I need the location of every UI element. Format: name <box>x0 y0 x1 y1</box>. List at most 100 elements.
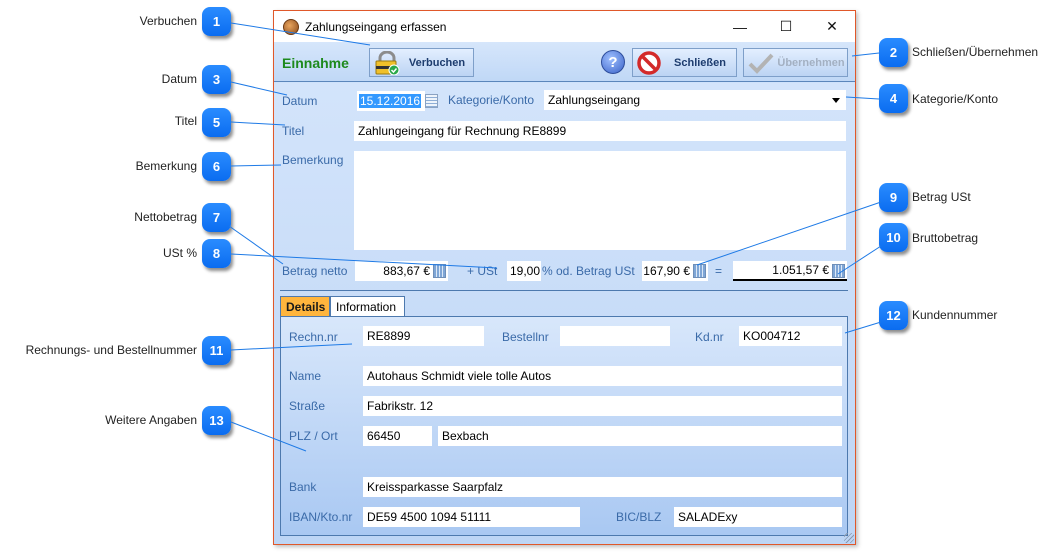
name-input[interactable]: Autohaus Schmidt viele tolle Autos <box>363 366 842 386</box>
bic-label: BIC/BLZ <box>616 510 662 524</box>
details-panel: Rechn.nr RE8899 Bestellnr Kd.nr KO004712… <box>280 316 848 536</box>
city-label: PLZ / Ort <box>289 429 338 443</box>
name-label: Name <box>289 369 322 383</box>
zip-value: 66450 <box>367 429 401 443</box>
iban-value: DE59 4500 1094 51111 <box>367 510 492 524</box>
net-amount-input[interactable]: 883,67 € <box>355 261 448 281</box>
lock-icon <box>373 50 401 75</box>
invoice-label: Rechn.nr <box>289 330 338 344</box>
customer-input[interactable]: KO004712 <box>739 326 842 346</box>
equals-label: = <box>715 264 723 278</box>
vat-amount-label: % od. Betrag USt <box>542 264 635 278</box>
city-input[interactable]: Bexbach <box>438 426 842 446</box>
resize-grip-icon[interactable] <box>844 533 854 543</box>
callout-badge-6: 6 <box>202 152 231 181</box>
category-dropdown[interactable]: Zahlungseingang <box>544 90 846 110</box>
tab-details[interactable]: Details <box>280 296 330 317</box>
street-value: Fabrikstr. 12 <box>367 399 434 413</box>
dialog-window: Zahlungseingang erfassen — ☐ ✕ Einnahme … <box>273 10 856 545</box>
category-label: Kategorie/Konto <box>448 93 535 107</box>
tab-information-label: Information <box>336 300 397 314</box>
date-label: Datum <box>282 94 318 108</box>
app-icon <box>283 18 299 35</box>
bic-input[interactable]: SALADExy <box>674 507 842 527</box>
callout-label-12: Kundennummer <box>912 308 998 322</box>
leader-line-2 <box>851 52 880 57</box>
vat-percent-input[interactable]: 19,00 <box>507 261 541 281</box>
help-button[interactable]: ? <box>601 50 625 74</box>
net-amount-value: 883,67 € <box>383 264 430 278</box>
zip-input[interactable]: 66450 <box>363 426 432 446</box>
callout-label-4: Kategorie/Konto <box>912 92 999 106</box>
close-button[interactable]: Schließen <box>632 48 737 77</box>
callout-label-8: USt % <box>162 246 197 260</box>
callout-badge-3: 3 <box>202 65 231 94</box>
title-bar[interactable]: Zahlungseingang erfassen — ☐ ✕ <box>274 11 855 42</box>
net-label: Betrag netto <box>282 264 348 278</box>
vat-percent-value: 19,00 <box>510 264 541 278</box>
callout-label-5: Titel <box>174 114 197 128</box>
stop-icon <box>636 50 664 75</box>
calculator-icon[interactable] <box>832 264 845 278</box>
calculator-icon[interactable] <box>433 264 446 278</box>
bank-input[interactable]: Kreissparkasse Saarpfalz <box>363 477 842 497</box>
calendar-icon[interactable] <box>425 94 438 108</box>
calculator-icon[interactable] <box>693 264 706 278</box>
iban-label: IBAN/Kto.nr <box>289 510 353 524</box>
iban-input[interactable]: DE59 4500 1094 51111 <box>363 507 580 527</box>
remark-textarea[interactable] <box>354 151 846 250</box>
remark-label: Bemerkung <box>282 153 344 167</box>
callout-label-13: Weitere Angaben <box>105 413 197 427</box>
callout-badge-11: 11 <box>202 336 231 365</box>
close-button-label: Schließen <box>674 56 726 69</box>
callout-label-6: Bemerkung <box>135 159 197 173</box>
vat-amount-input[interactable]: 167,90 € <box>642 261 708 281</box>
maximize-button[interactable]: ☐ <box>763 11 809 42</box>
customer-value: KO004712 <box>743 329 801 343</box>
title-input[interactable]: Zahlungeingang für Rechnung RE8899 <box>354 121 846 141</box>
mode-label: Einnahme <box>282 55 349 71</box>
callout-label-9: Betrag USt <box>912 190 971 204</box>
order-input[interactable] <box>560 326 670 346</box>
customer-label: Kd.nr <box>695 330 724 344</box>
callout-badge-7: 7 <box>202 203 231 232</box>
callout-label-2: Schließen/Übernehmen <box>912 45 1039 59</box>
callout-label-11: Rechnungs- und Bestellnummer <box>25 343 197 357</box>
callout-badge-10: 10 <box>879 223 908 252</box>
bank-label: Bank <box>289 480 317 494</box>
tab-details-label: Details <box>286 300 326 314</box>
callout-label-3: Datum <box>161 72 197 86</box>
apply-button[interactable]: Übernehmen <box>743 48 848 77</box>
book-button[interactable]: Verbuchen <box>369 48 474 77</box>
chevron-down-icon <box>832 98 840 103</box>
toolbar: Einnahme Verbuchen ? Schließen Übernehme… <box>274 42 855 82</box>
callout-badge-1: 1 <box>202 7 231 36</box>
callout-label-10: Bruttobetrag <box>912 231 979 245</box>
section-divider <box>280 290 848 291</box>
minimize-button[interactable]: — <box>717 11 763 42</box>
checkmark-icon <box>747 51 775 75</box>
order-label: Bestellnr <box>502 330 549 344</box>
bic-value: SALADExy <box>678 510 738 524</box>
bank-value: Kreissparkasse Saarpfalz <box>367 480 504 494</box>
callout-badge-8: 8 <box>202 239 231 268</box>
street-input[interactable]: Fabrikstr. 12 <box>363 396 842 416</box>
callout-badge-5: 5 <box>202 108 231 137</box>
gross-amount-value: 1.051,57 € <box>772 263 829 277</box>
invoice-input[interactable]: RE8899 <box>363 326 484 346</box>
tab-information[interactable]: Information <box>330 296 405 317</box>
gross-amount-input[interactable]: 1.051,57 € <box>733 261 847 281</box>
callout-badge-9: 9 <box>879 183 908 212</box>
callout-badge-12: 12 <box>879 301 908 330</box>
vat-plus-label: + USt <box>467 264 498 278</box>
date-value: 15.12.2016 <box>359 94 422 108</box>
title-label: Titel <box>282 124 305 138</box>
title-value: Zahlungeingang für Rechnung RE8899 <box>358 124 567 138</box>
callout-badge-2: 2 <box>879 38 908 67</box>
close-window-button[interactable]: ✕ <box>809 11 855 42</box>
callout-label-1: Verbuchen <box>139 14 197 28</box>
window-title: Zahlungseingang erfassen <box>305 19 447 34</box>
category-value: Zahlungseingang <box>548 93 641 107</box>
date-field[interactable]: 15.12.2016 <box>357 91 425 111</box>
apply-button-label: Übernehmen <box>777 56 845 69</box>
